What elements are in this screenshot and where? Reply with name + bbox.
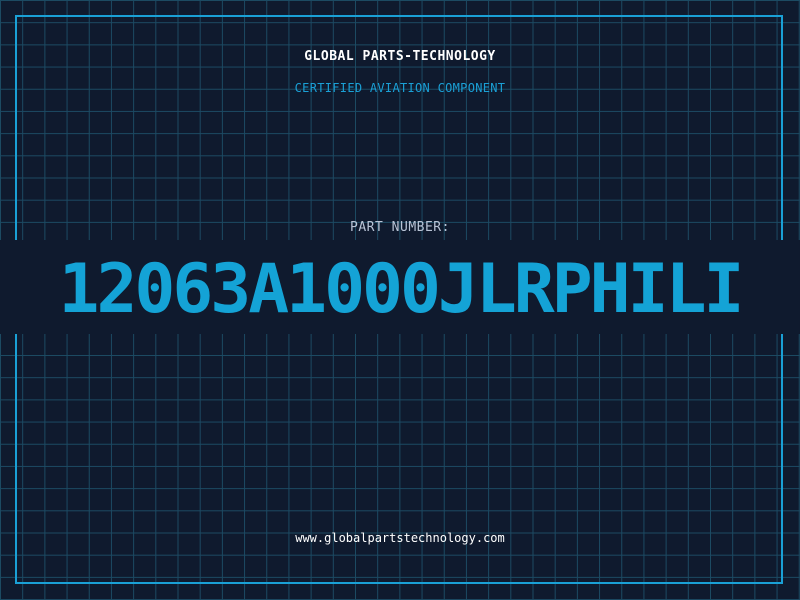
- certification-subtitle: CERTIFIED AVIATION COMPONENT: [294, 81, 506, 95]
- company-name: GLOBAL PARTS-TECHNOLOGY: [304, 49, 496, 64]
- part-number-label: PART NUMBER:: [350, 220, 450, 235]
- website-url: www.globalpartstechnology.com: [295, 531, 505, 545]
- part-number-value: 12063A1000JLRPHILI: [58, 250, 745, 329]
- label-card: GLOBAL PARTS-TECHNOLOGY CERTIFIED AVIATI…: [0, 0, 800, 600]
